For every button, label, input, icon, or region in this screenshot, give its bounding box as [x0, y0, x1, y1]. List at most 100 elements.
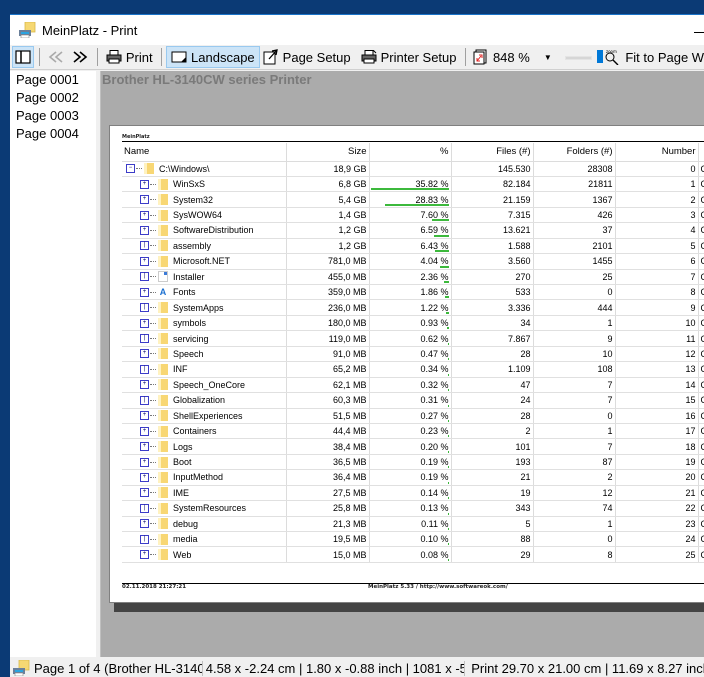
- zoom-slider[interactable]: [565, 47, 593, 67]
- pct-value: 0.34 %: [420, 364, 448, 374]
- tree-connector: [150, 477, 156, 478]
- size-value: 6,8 GB: [338, 179, 366, 189]
- folder-icon: [158, 318, 168, 329]
- folders-value: 0: [607, 411, 612, 421]
- files-cell: 28: [451, 346, 533, 361]
- collapse-icon[interactable]: −: [126, 164, 135, 173]
- expand-icon[interactable]: +: [140, 458, 149, 467]
- chevron-down-icon[interactable]: ▼: [544, 53, 552, 62]
- extra-value: C: [701, 519, 704, 529]
- page-list-item[interactable]: Page 0003: [10, 107, 96, 125]
- tree-node: |assembly: [124, 240, 284, 251]
- size-cell: 180,0 MB: [286, 315, 369, 330]
- leaf-node-icon[interactable]: |: [140, 272, 149, 281]
- leaf-node-icon[interactable]: |: [140, 241, 149, 250]
- tree-node: +Speech: [124, 348, 284, 359]
- folders-cell: 108: [533, 362, 615, 377]
- size-cell: 27,5 MB: [286, 485, 369, 500]
- leaf-node-icon[interactable]: |: [140, 535, 149, 544]
- tree-connector: [150, 184, 156, 185]
- tree-node: |INF: [124, 364, 284, 375]
- expand-icon[interactable]: +: [140, 288, 149, 297]
- extra-cell: C: [698, 315, 704, 330]
- files-cell: 1.109: [451, 362, 533, 377]
- landscape-button[interactable]: Landscape: [166, 46, 260, 68]
- tree-node: +Web: [124, 549, 284, 560]
- print-button[interactable]: Print: [103, 46, 156, 68]
- expand-icon[interactable]: +: [140, 349, 149, 358]
- number-value: 17: [685, 426, 695, 436]
- leaf-node-icon[interactable]: |: [140, 334, 149, 343]
- table-row: |SystemApps236,0 MB1.22 %3.3364449C: [122, 300, 704, 315]
- expand-icon[interactable]: +: [140, 195, 149, 204]
- expand-icon[interactable]: +: [140, 488, 149, 497]
- print-label: Print: [126, 50, 153, 65]
- page-list-item[interactable]: Page 0001: [10, 71, 96, 89]
- folder-name: InputMethod: [173, 472, 223, 482]
- page-list-item[interactable]: Page 0004: [10, 125, 96, 143]
- name-cell: +Boot: [122, 454, 286, 469]
- size-value: 1,2 GB: [338, 225, 366, 235]
- printer-setup-button[interactable]: Printer Setup: [358, 46, 460, 68]
- column-header-extra: [698, 143, 704, 161]
- folders-value: 74: [602, 503, 612, 513]
- size-cell: 91,0 MB: [286, 346, 369, 361]
- toggle-page-list-button[interactable]: [12, 46, 34, 68]
- expand-icon[interactable]: +: [140, 257, 149, 266]
- number-value: 19: [685, 457, 695, 467]
- expand-icon[interactable]: +: [140, 411, 149, 420]
- next-page-button[interactable]: [68, 46, 92, 68]
- expand-icon[interactable]: +: [140, 380, 149, 389]
- minimize-button[interactable]: [694, 23, 704, 33]
- extra-cell: C: [698, 485, 704, 500]
- expand-icon[interactable]: +: [140, 319, 149, 328]
- expand-icon[interactable]: +: [140, 473, 149, 482]
- pct-value: 0.20 %: [420, 442, 448, 452]
- folders-value: 1367: [592, 195, 612, 205]
- expand-icon[interactable]: +: [140, 211, 149, 220]
- size-cell: 236,0 MB: [286, 300, 369, 315]
- preview-page: MeinPlatz Name Size % Files (#) Folders …: [109, 125, 704, 603]
- previous-page-button[interactable]: [44, 46, 68, 68]
- number-cell: 5: [615, 238, 698, 253]
- percent-cell: 0.31 %: [369, 393, 451, 408]
- files-cell: 28: [451, 408, 533, 423]
- extra-cell: C: [698, 300, 704, 315]
- pct-value: 35.82 %: [415, 179, 448, 189]
- column-header-percent: %: [369, 143, 451, 161]
- files-cell: 21: [451, 470, 533, 485]
- expand-icon[interactable]: +: [140, 442, 149, 451]
- leaf-node-icon[interactable]: |: [140, 303, 149, 312]
- zoom-dropdown[interactable]: 848 % ▼: [470, 46, 555, 68]
- extra-cell: C: [698, 439, 704, 454]
- fit-to-page-width-button[interactable]: zoom Fit to Page Wi: [600, 46, 704, 68]
- expand-icon[interactable]: +: [140, 226, 149, 235]
- print-preview-area[interactable]: Brother HL-3140CW series Printer MeinPla…: [101, 71, 704, 657]
- expand-icon[interactable]: +: [140, 427, 149, 436]
- table-row: +Speech91,0 MB0.47 %281012C: [122, 346, 704, 361]
- page-setup-button[interactable]: Page Setup: [260, 46, 354, 68]
- expand-icon[interactable]: +: [140, 550, 149, 559]
- name-cell: |Globalization: [122, 393, 286, 408]
- files-value: 82.184: [503, 179, 531, 189]
- expand-icon[interactable]: +: [140, 180, 149, 189]
- files-value: 13.621: [503, 225, 531, 235]
- leaf-node-icon[interactable]: |: [140, 365, 149, 374]
- size-cell: 781,0 MB: [286, 254, 369, 269]
- percent-cell: 0.23 %: [369, 423, 451, 438]
- fit-to-page-label: Fit to Page Wi: [625, 50, 704, 65]
- zoom-slider-thumb[interactable]: [597, 50, 603, 63]
- leaf-node-icon[interactable]: |: [140, 504, 149, 513]
- pct-value: 6.59 %: [420, 225, 448, 235]
- leaf-node-icon[interactable]: |: [140, 396, 149, 405]
- expand-icon[interactable]: +: [140, 519, 149, 528]
- pct-value: 0.62 %: [420, 334, 448, 344]
- tree-node: +AFonts: [124, 287, 284, 298]
- page-list-item[interactable]: Page 0002: [10, 89, 96, 107]
- number-cell: 6: [615, 254, 698, 269]
- folder-icon: [158, 487, 168, 498]
- extra-value: C: [701, 241, 704, 251]
- files-cell: 193: [451, 454, 533, 469]
- pct-value: 0.19 %: [420, 472, 448, 482]
- files-cell: 13.621: [451, 223, 533, 238]
